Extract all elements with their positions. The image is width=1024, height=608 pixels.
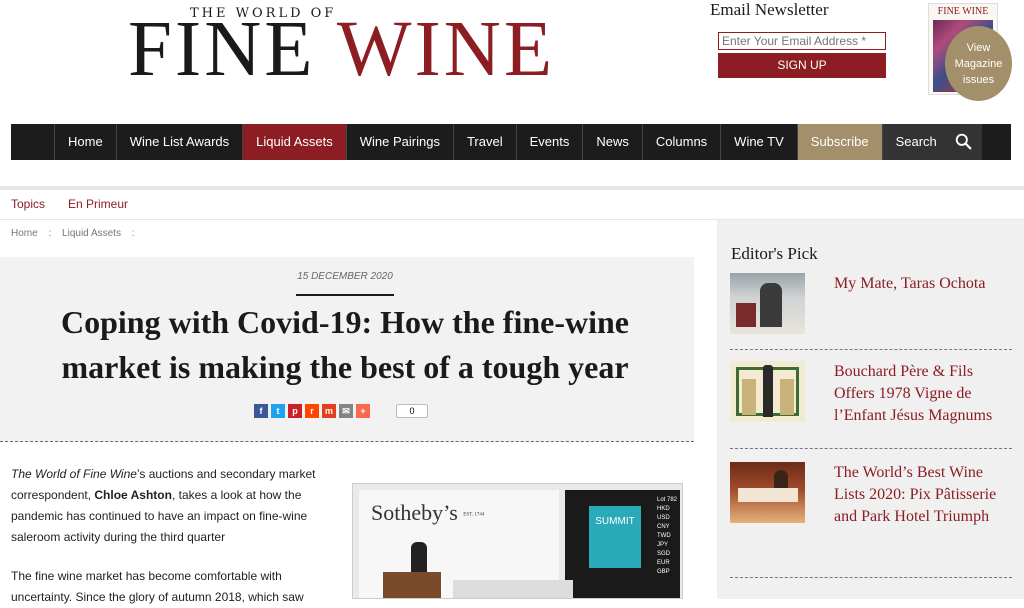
nav-search[interactable]: Search <box>882 124 982 160</box>
pick-title[interactable]: Bouchard Père & Fils Offers 1978 Vigne d… <box>834 361 1012 427</box>
photo-currency: CNY <box>657 524 670 530</box>
photo-lot-board: Lot 782 HKD USD CNY TWD JPY SGD EUR GBP <box>657 496 679 577</box>
site-header: THE WORLD OF FINE WINE Email Newsletter … <box>0 0 1024 120</box>
newsletter-title: Email Newsletter <box>710 0 829 19</box>
pick-divider <box>730 349 1012 350</box>
photo-currency: SGD <box>657 551 671 557</box>
author-name[interactable]: Chloe Ashton <box>94 488 172 502</box>
share-bar: f t p r m ✉ + <box>254 404 370 418</box>
logo-wine: WINE <box>336 6 556 93</box>
photo-brand: Sotheby’s EST. 1744 <box>371 500 484 526</box>
article-photo: Sotheby’s EST. 1744 SUMMIT Lot 782 HKD U… <box>352 483 683 599</box>
nav-liquid-assets[interactable]: Liquid Assets <box>243 124 347 160</box>
nav-wine-pairings[interactable]: Wine Pairings <box>347 124 454 160</box>
photo-currency: JPY <box>657 542 669 548</box>
site-logo[interactable]: THE WORLD OF FINE WINE <box>128 4 553 89</box>
photo-podium <box>383 572 441 598</box>
pick-thumbnail[interactable] <box>730 361 805 422</box>
breadcrumb-separator: : <box>131 228 135 239</box>
mix-icon[interactable]: m <box>322 404 336 418</box>
date-rule <box>296 294 394 296</box>
headline-line-2: market is making the best of a tough yea… <box>61 349 629 385</box>
headline-line-1: Coping with Covid-19: How the fine-wine <box>60 304 629 340</box>
sidebar-title: Editor's Pick <box>731 244 818 263</box>
pick-thumbnail[interactable] <box>730 273 805 334</box>
signup-button[interactable]: SIGN UP <box>718 53 886 78</box>
article-intro: The World of Fine Wine’s auctions and se… <box>11 464 321 548</box>
nav-wine-list-awards[interactable]: Wine List Awards <box>117 124 244 160</box>
email-icon[interactable]: ✉ <box>339 404 353 418</box>
sub-nav: Topics En Primeur <box>0 190 1024 220</box>
article-headline: Coping with Covid-19: How the fine-wine … <box>0 300 690 390</box>
photo-table <box>453 580 573 598</box>
nav-wine-tv[interactable]: Wine TV <box>721 124 798 160</box>
nav-columns[interactable]: Columns <box>643 124 722 160</box>
editors-pick-sidebar: Editor's Pick My Mate, Taras Ochota Bouc… <box>717 220 1024 599</box>
subnav-topics[interactable]: Topics <box>11 197 45 211</box>
photo-auctioneer <box>411 542 427 574</box>
nav-search-label: Search <box>895 134 937 149</box>
article-header: 15 DECEMBER 2020 Coping with Covid-19: H… <box>0 257 694 442</box>
pinterest-icon[interactable]: p <box>288 404 302 418</box>
photo-currency: GBP <box>657 569 670 575</box>
publication-name: The World of Fine Wine <box>11 467 137 481</box>
pick-divider <box>730 448 1012 449</box>
photo-brand-est: EST. 1744 <box>463 512 485 518</box>
logo-fine: FINE <box>128 6 316 93</box>
article-paragraph: The fine wine market has become comforta… <box>11 569 304 604</box>
twitter-icon[interactable]: t <box>271 404 285 418</box>
breadcrumb-separator: : <box>48 228 52 239</box>
photo-currency: HKD <box>657 506 670 512</box>
pick-title[interactable]: The World’s Best Wine Lists 2020: Pix Pâ… <box>834 462 1012 528</box>
nav-events[interactable]: Events <box>517 124 584 160</box>
nav-news[interactable]: News <box>583 124 643 160</box>
pick-divider <box>730 577 1012 578</box>
subnav-en-primeur[interactable]: En Primeur <box>68 197 128 211</box>
nav-travel[interactable]: Travel <box>454 124 517 160</box>
pick-title[interactable]: My Mate, Taras Ochota <box>834 273 1012 295</box>
search-icon[interactable] <box>955 133 972 150</box>
share-count: 0 <box>396 404 428 418</box>
article-date: 15 DECEMBER 2020 <box>297 271 393 282</box>
nav-home[interactable]: Home <box>54 124 117 160</box>
facebook-icon[interactable]: f <box>254 404 268 418</box>
photo-currency: EUR <box>657 560 670 566</box>
photo-currency: USD <box>657 515 670 521</box>
more-share-icon[interactable]: + <box>356 404 370 418</box>
photo-summit-screen: SUMMIT <box>589 506 641 568</box>
view-magazine-issues-button[interactable]: View Magazine issues <box>945 26 1012 101</box>
newsletter-box: Email Newsletter SIGN UP <box>710 0 890 78</box>
nav-subscribe[interactable]: Subscribe <box>797 124 883 160</box>
pick-thumbnail[interactable] <box>730 462 805 523</box>
photo-brand-name: Sotheby’s <box>371 500 458 525</box>
breadcrumb-section[interactable]: Liquid Assets <box>62 228 121 239</box>
photo-lot-label: Lot 782 <box>657 497 678 503</box>
logo-wordmark: FINE WINE <box>128 10 555 89</box>
reddit-icon[interactable]: r <box>305 404 319 418</box>
magazine-title: FINE WINE <box>937 6 989 17</box>
breadcrumb: Home : Liquid Assets : <box>11 228 143 239</box>
breadcrumb-home[interactable]: Home <box>11 228 38 239</box>
main-nav: Home Wine List Awards Liquid Assets Wine… <box>11 124 1011 160</box>
email-input[interactable] <box>718 32 886 50</box>
photo-currency: TWD <box>657 533 671 539</box>
